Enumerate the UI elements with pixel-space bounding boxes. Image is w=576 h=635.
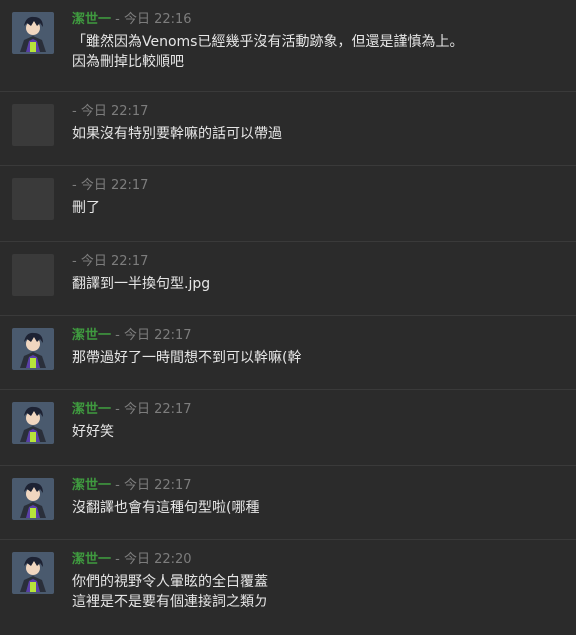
message-header: - 今日 22:17 <box>72 178 148 194</box>
character-avatar-icon <box>12 12 54 54</box>
avatar[interactable] <box>12 12 54 54</box>
message: 潔世一 - 今日 22:20 你們的視野令人暈眩的全白覆蓋 這裡是不是要有個連接… <box>0 540 576 635</box>
message-header: 潔世一 - 今日 22:17 <box>72 478 192 494</box>
timestamp: 今日 22:17 <box>80 104 149 119</box>
timestamp: 今日 22:17 <box>123 402 192 417</box>
message-text: 那帶過好了一時間想不到可以幹嘛(幹 <box>72 350 302 366</box>
author-name[interactable]: 潔世一 <box>72 12 111 27</box>
character-avatar-icon <box>12 402 54 444</box>
character-avatar-icon <box>12 478 54 520</box>
message: - 今日 22:17 如果沒有特別要幹嘛的話可以帶過 <box>0 92 576 166</box>
header-separator: - <box>111 328 124 343</box>
message-text: 如果沒有特別要幹嘛的話可以帶過 <box>72 126 282 142</box>
timestamp: 今日 22:20 <box>123 552 192 567</box>
message-header: 潔世一 - 今日 22:17 <box>72 402 192 418</box>
timestamp: 今日 22:17 <box>123 328 192 343</box>
header-separator: - <box>111 12 124 27</box>
character-avatar-icon <box>12 328 54 370</box>
timestamp: 今日 22:16 <box>123 12 192 27</box>
header-separator: - <box>72 104 81 119</box>
message-text: 你們的視野令人暈眩的全白覆蓋 這裡是不是要有個連接詞之類ㄉ <box>72 574 268 610</box>
header-separator: - <box>72 254 81 269</box>
timestamp: 今日 22:17 <box>123 478 192 493</box>
header-separator: - <box>111 402 124 417</box>
message-header: - 今日 22:17 <box>72 254 148 270</box>
author-name[interactable]: 潔世一 <box>72 478 111 493</box>
header-separator: - <box>72 178 81 193</box>
message: 潔世一 - 今日 22:17 好好笑 <box>0 390 576 466</box>
avatar-placeholder <box>12 178 54 220</box>
avatar[interactable] <box>12 328 54 370</box>
message-text: 「雖然因為Venoms已經幾乎沒有活動跡象，但還是謹慎為上。 因為刪掉比較順吧 <box>72 34 464 70</box>
message: 潔世一 - 今日 22:17 那帶過好了一時間想不到可以幹嘛(幹 <box>0 316 576 390</box>
header-separator: - <box>111 478 124 493</box>
timestamp: 今日 22:17 <box>80 254 149 269</box>
author-name[interactable]: 潔世一 <box>72 552 111 567</box>
header-separator: - <box>111 552 124 567</box>
avatar[interactable] <box>12 552 54 594</box>
message-text: 好好笑 <box>72 424 114 440</box>
chat-log: 潔世一 - 今日 22:16 「雖然因為Venoms已經幾乎沒有活動跡象，但還是… <box>0 0 576 635</box>
message: - 今日 22:17 刪了 <box>0 166 576 242</box>
author-name[interactable]: 潔世一 <box>72 402 111 417</box>
message: 潔世一 - 今日 22:17 沒翻譯也會有這種句型啦(哪種 <box>0 466 576 540</box>
author-name[interactable]: 潔世一 <box>72 328 111 343</box>
message-header: 潔世一 - 今日 22:16 <box>72 12 192 28</box>
avatar[interactable] <box>12 478 54 520</box>
message: - 今日 22:17 翻譯到一半換句型.jpg <box>0 242 576 316</box>
message-text: 刪了 <box>72 200 100 216</box>
message-header: 潔世一 - 今日 22:20 <box>72 552 192 568</box>
message: 潔世一 - 今日 22:16 「雖然因為Venoms已經幾乎沒有活動跡象，但還是… <box>0 0 576 92</box>
avatar-placeholder <box>12 254 54 296</box>
character-avatar-icon <box>12 552 54 594</box>
message-header: 潔世一 - 今日 22:17 <box>72 328 192 344</box>
timestamp: 今日 22:17 <box>80 178 149 193</box>
avatar[interactable] <box>12 402 54 444</box>
message-header: - 今日 22:17 <box>72 104 148 120</box>
message-text: 沒翻譯也會有這種句型啦(哪種 <box>72 500 260 516</box>
message-text: 翻譯到一半換句型.jpg <box>72 276 211 292</box>
avatar-placeholder <box>12 104 54 146</box>
